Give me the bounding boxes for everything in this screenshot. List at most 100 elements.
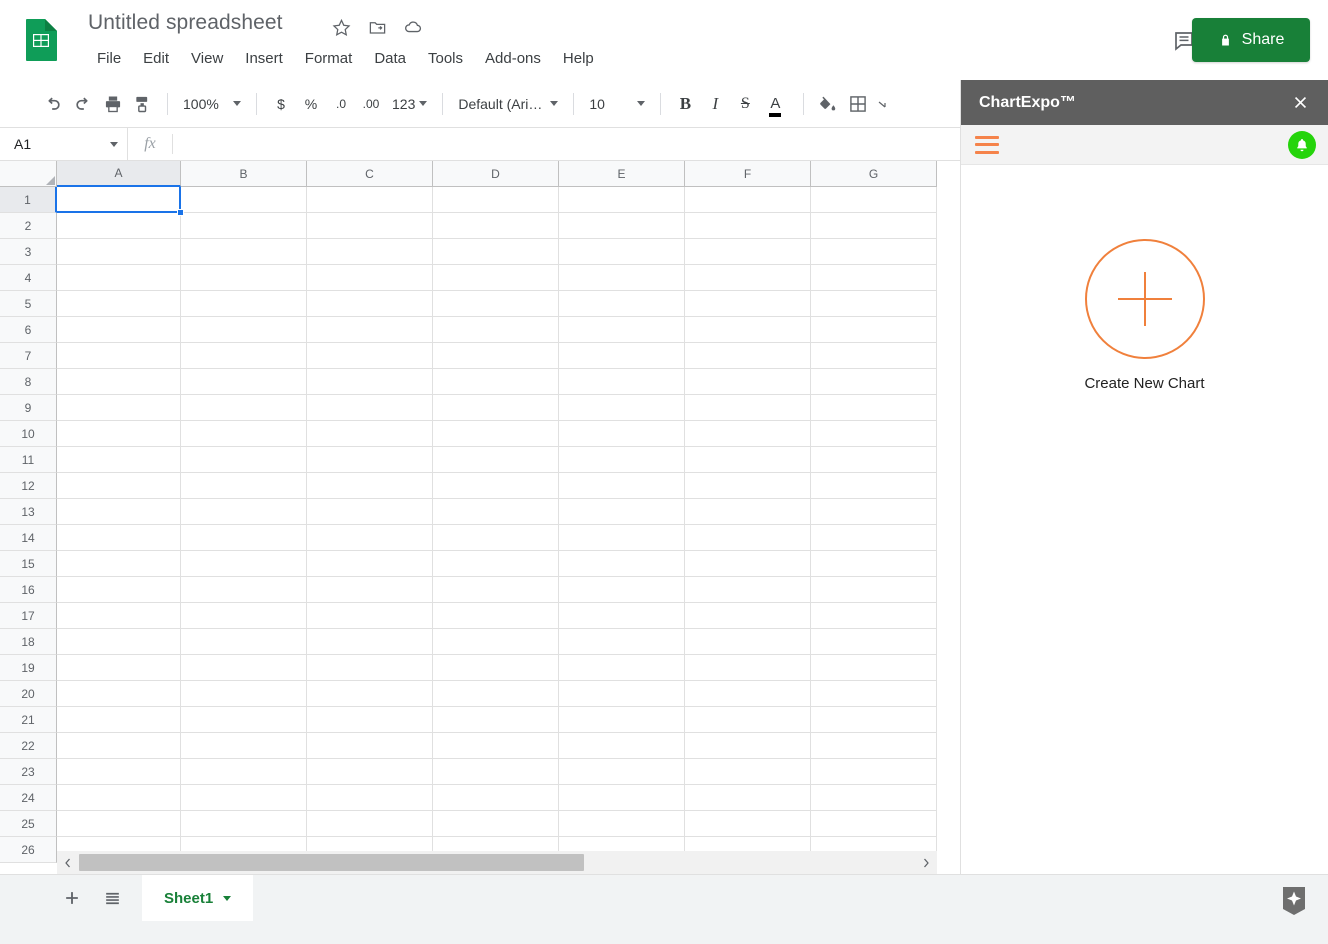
- explore-icon[interactable]: [1280, 885, 1310, 917]
- row-header-23[interactable]: 23: [0, 759, 57, 785]
- cell-B20[interactable]: [181, 681, 307, 707]
- cell-B12[interactable]: [181, 473, 307, 499]
- column-header-g[interactable]: G: [811, 161, 937, 187]
- menu-edit[interactable]: Edit: [132, 48, 180, 69]
- row-header-9[interactable]: 9: [0, 395, 57, 421]
- cell-D6[interactable]: [433, 317, 559, 343]
- column-header-b[interactable]: B: [181, 161, 307, 187]
- column-header-d[interactable]: D: [433, 161, 559, 187]
- add-sheet-icon[interactable]: [52, 875, 92, 921]
- scroll-left-icon[interactable]: [57, 851, 79, 874]
- cell-G20[interactable]: [811, 681, 937, 707]
- cell-B19[interactable]: [181, 655, 307, 681]
- cell-A7[interactable]: [57, 343, 181, 369]
- cell-D16[interactable]: [433, 577, 559, 603]
- cell-E6[interactable]: [559, 317, 685, 343]
- cell-E2[interactable]: [559, 213, 685, 239]
- cell-F14[interactable]: [685, 525, 811, 551]
- cell-G15[interactable]: [811, 551, 937, 577]
- cell-B6[interactable]: [181, 317, 307, 343]
- cell-D19[interactable]: [433, 655, 559, 681]
- row-header-8[interactable]: 8: [0, 369, 57, 395]
- cell-A18[interactable]: [57, 629, 181, 655]
- cell-A21[interactable]: [57, 707, 181, 733]
- cell-B2[interactable]: [181, 213, 307, 239]
- cell-F7[interactable]: [685, 343, 811, 369]
- cell-D14[interactable]: [433, 525, 559, 551]
- cell-A22[interactable]: [57, 733, 181, 759]
- star-icon[interactable]: [330, 16, 352, 38]
- cell-F10[interactable]: [685, 421, 811, 447]
- cell-A3[interactable]: [57, 239, 181, 265]
- fill-color-icon[interactable]: [813, 89, 843, 119]
- cell-G24[interactable]: [811, 785, 937, 811]
- cell-C13[interactable]: [307, 499, 433, 525]
- cell-C8[interactable]: [307, 369, 433, 395]
- cell-F25[interactable]: [685, 811, 811, 837]
- cell-E4[interactable]: [559, 265, 685, 291]
- cell-A5[interactable]: [57, 291, 181, 317]
- cell-E5[interactable]: [559, 291, 685, 317]
- cell-E15[interactable]: [559, 551, 685, 577]
- cell-A4[interactable]: [57, 265, 181, 291]
- cell-G11[interactable]: [811, 447, 937, 473]
- cell-C16[interactable]: [307, 577, 433, 603]
- paint-format-icon[interactable]: [128, 89, 158, 119]
- cell-E17[interactable]: [559, 603, 685, 629]
- menu-format[interactable]: Format: [294, 48, 364, 69]
- cell-F12[interactable]: [685, 473, 811, 499]
- cell-D11[interactable]: [433, 447, 559, 473]
- cell-G25[interactable]: [811, 811, 937, 837]
- cell-F4[interactable]: [685, 265, 811, 291]
- row-header-13[interactable]: 13: [0, 499, 57, 525]
- cell-C25[interactable]: [307, 811, 433, 837]
- cell-D18[interactable]: [433, 629, 559, 655]
- cell-D9[interactable]: [433, 395, 559, 421]
- row-header-17[interactable]: 17: [0, 603, 57, 629]
- row-header-24[interactable]: 24: [0, 785, 57, 811]
- cell-B5[interactable]: [181, 291, 307, 317]
- print-icon[interactable]: [98, 89, 128, 119]
- row-header-1[interactable]: 1: [0, 187, 57, 213]
- cell-F20[interactable]: [685, 681, 811, 707]
- strikethrough-button[interactable]: S: [730, 89, 760, 119]
- cell-C2[interactable]: [307, 213, 433, 239]
- cell-F8[interactable]: [685, 369, 811, 395]
- zoom-dropdown[interactable]: 100%: [177, 90, 247, 118]
- cell-F17[interactable]: [685, 603, 811, 629]
- cell-B3[interactable]: [181, 239, 307, 265]
- cell-A23[interactable]: [57, 759, 181, 785]
- bell-icon[interactable]: [1288, 130, 1316, 159]
- column-header-c[interactable]: C: [307, 161, 433, 187]
- cell-G23[interactable]: [811, 759, 937, 785]
- row-header-25[interactable]: 25: [0, 811, 57, 837]
- cell-D7[interactable]: [433, 343, 559, 369]
- cell-B7[interactable]: [181, 343, 307, 369]
- cell-G4[interactable]: [811, 265, 937, 291]
- font-size-dropdown[interactable]: 10: [583, 90, 651, 118]
- cell-A15[interactable]: [57, 551, 181, 577]
- cell-C9[interactable]: [307, 395, 433, 421]
- share-button[interactable]: Share: [1192, 18, 1310, 62]
- cell-A8[interactable]: [57, 369, 181, 395]
- currency-format-button[interactable]: $: [266, 89, 296, 119]
- cell-G21[interactable]: [811, 707, 937, 733]
- cell-B1[interactable]: [181, 187, 307, 213]
- cell-C22[interactable]: [307, 733, 433, 759]
- cell-B15[interactable]: [181, 551, 307, 577]
- cell-D10[interactable]: [433, 421, 559, 447]
- bold-button[interactable]: B: [670, 89, 700, 119]
- cell-G8[interactable]: [811, 369, 937, 395]
- menu-insert[interactable]: Insert: [234, 48, 294, 69]
- cell-D23[interactable]: [433, 759, 559, 785]
- cell-C17[interactable]: [307, 603, 433, 629]
- cell-F21[interactable]: [685, 707, 811, 733]
- cell-B9[interactable]: [181, 395, 307, 421]
- cell-E12[interactable]: [559, 473, 685, 499]
- menu-data[interactable]: Data: [363, 48, 417, 69]
- cell-C11[interactable]: [307, 447, 433, 473]
- cell-C3[interactable]: [307, 239, 433, 265]
- row-header-7[interactable]: 7: [0, 343, 57, 369]
- row-header-15[interactable]: 15: [0, 551, 57, 577]
- cell-G1[interactable]: [811, 187, 937, 213]
